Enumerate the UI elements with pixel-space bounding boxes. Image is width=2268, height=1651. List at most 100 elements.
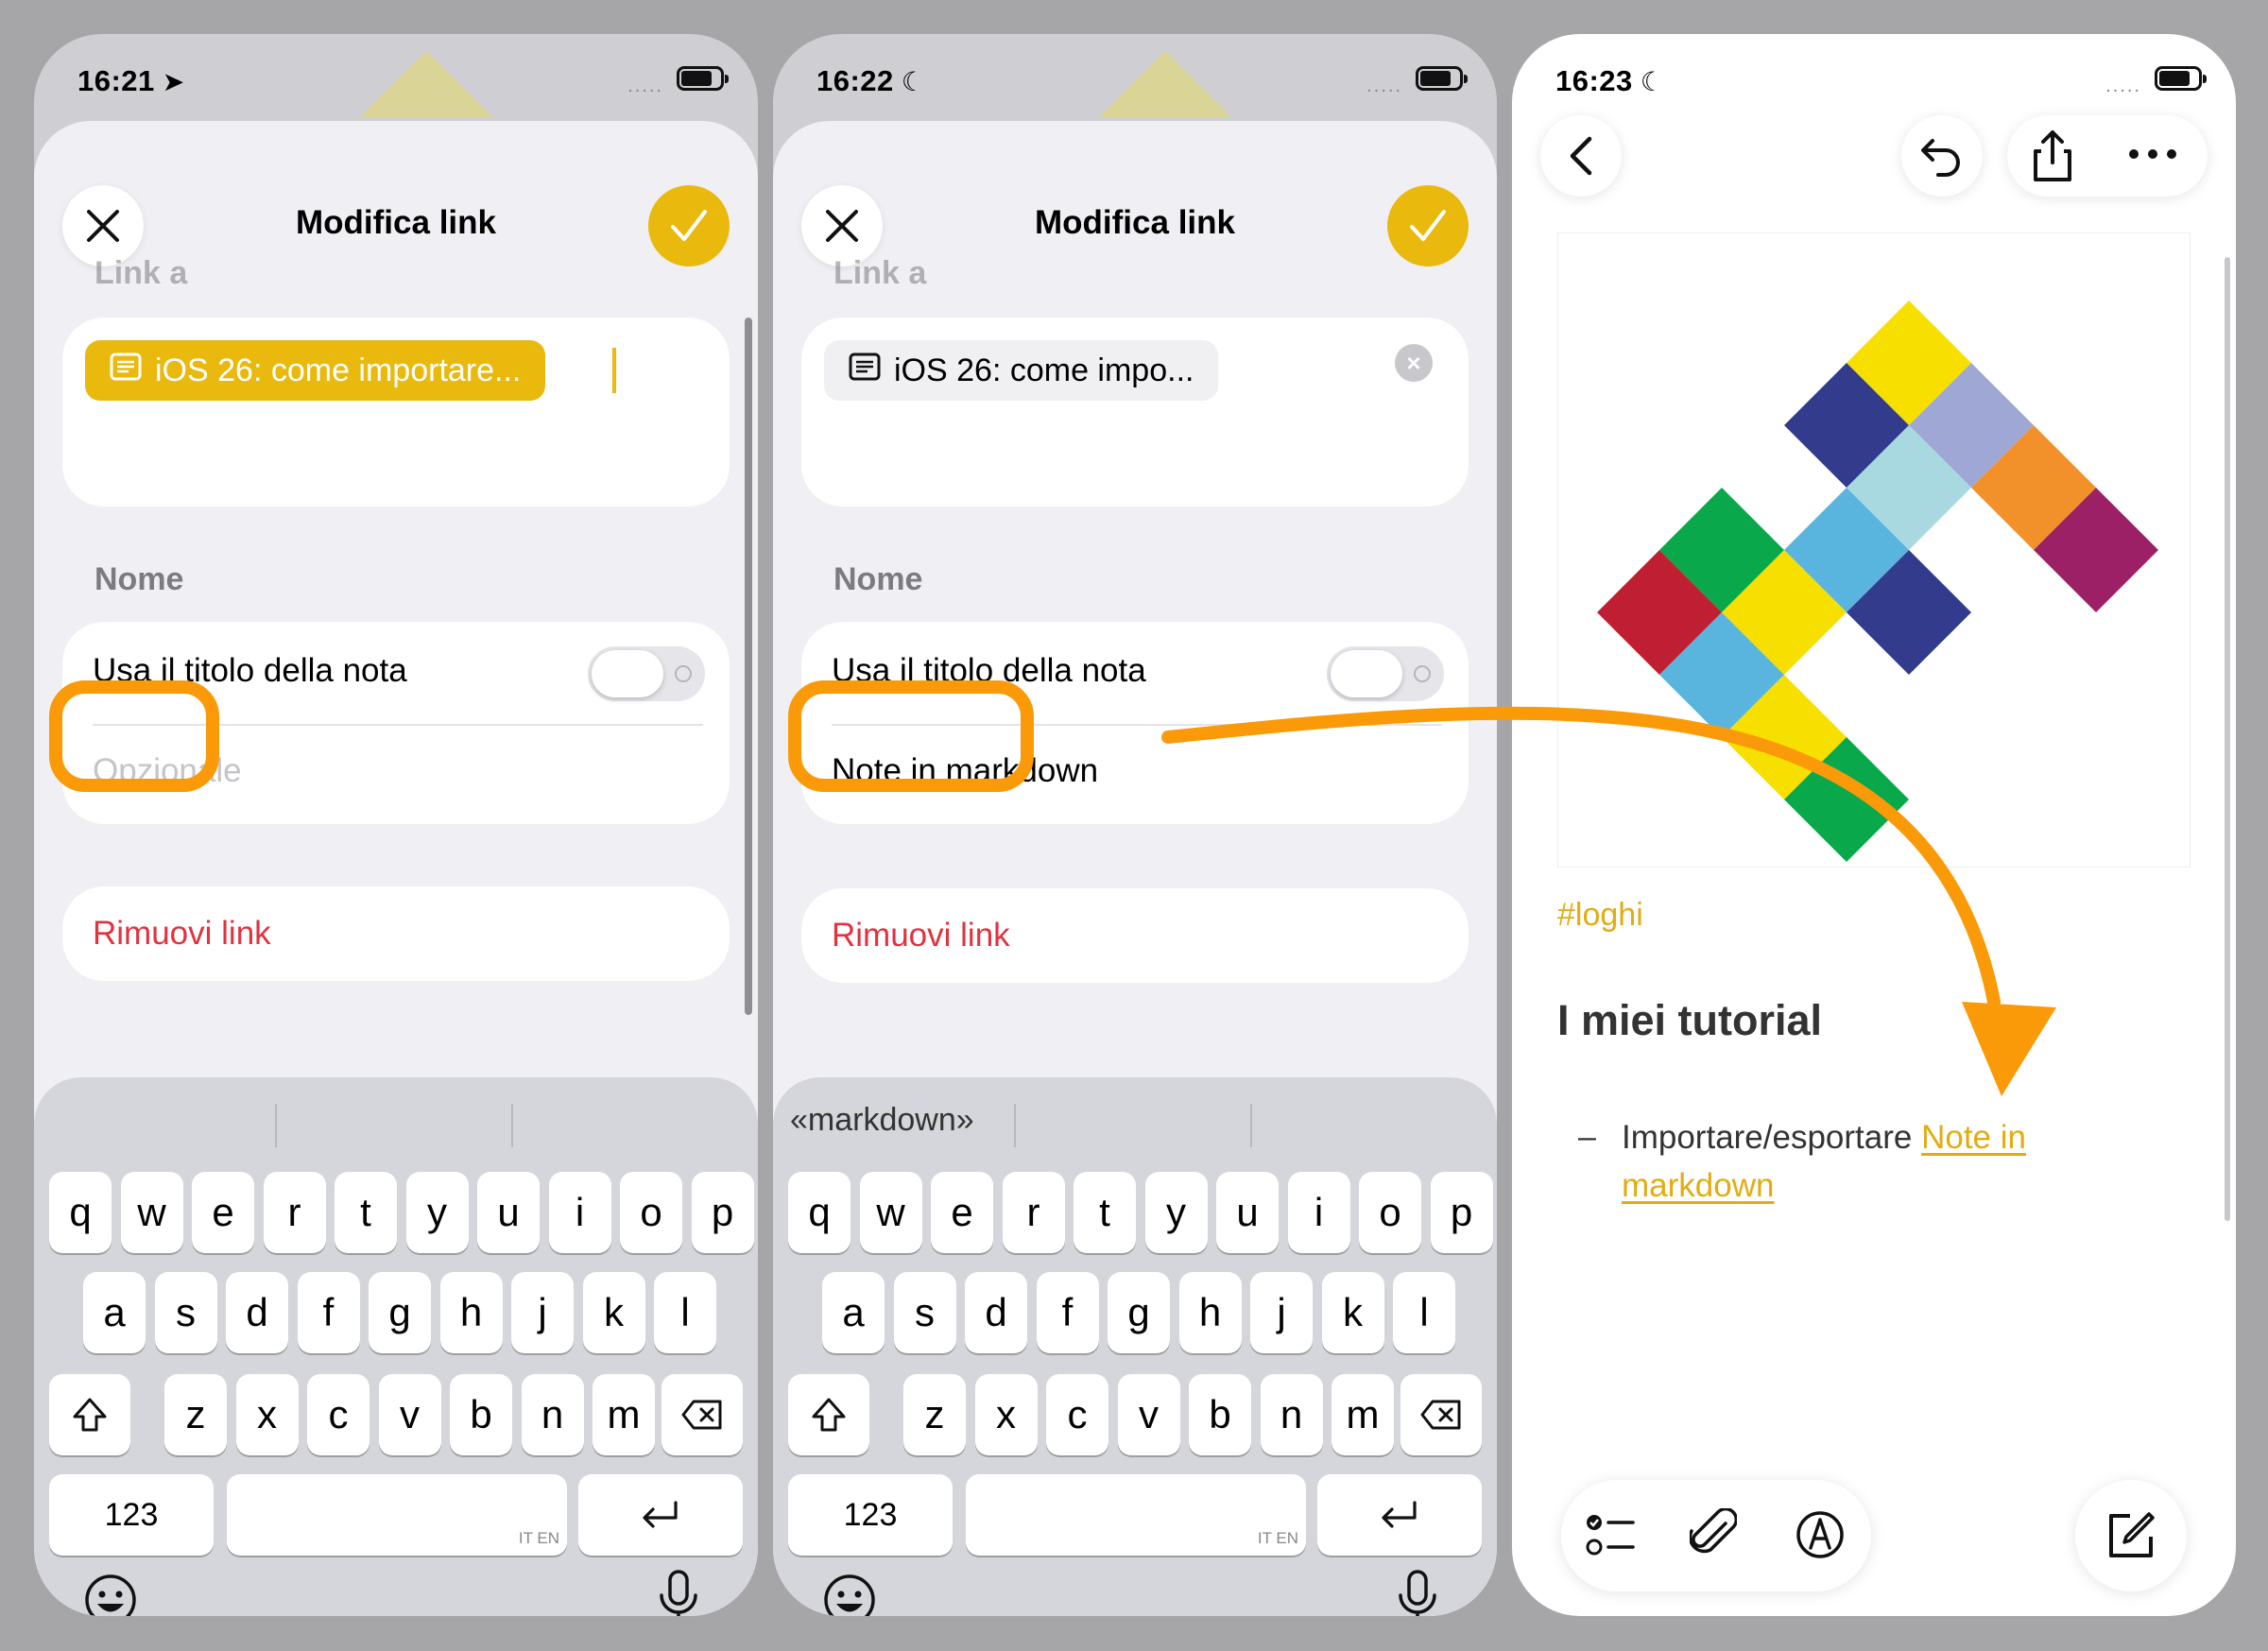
link-section-label: Link a: [94, 255, 188, 291]
markup-pen-icon: [1796, 1511, 1844, 1558]
key-y[interactable]: y: [1144, 1172, 1208, 1253]
key-y[interactable]: y: [405, 1172, 469, 1253]
key-n[interactable]: n: [521, 1374, 584, 1455]
key-w[interactable]: w: [120, 1172, 183, 1253]
key-n[interactable]: n: [1260, 1374, 1323, 1455]
numbers-key[interactable]: 123: [788, 1474, 953, 1556]
key-k[interactable]: k: [1321, 1272, 1384, 1353]
dictation-button[interactable]: [1397, 1569, 1438, 1616]
key-f[interactable]: f: [1036, 1272, 1099, 1353]
key-i[interactable]: i: [548, 1172, 611, 1253]
back-button[interactable]: [1540, 115, 1622, 197]
key-l[interactable]: l: [654, 1272, 716, 1353]
key-g[interactable]: g: [1108, 1272, 1170, 1353]
key-c[interactable]: c: [1046, 1374, 1108, 1455]
key-x[interactable]: x: [974, 1374, 1038, 1455]
key-a[interactable]: a: [822, 1272, 885, 1353]
key-u[interactable]: u: [477, 1172, 540, 1253]
link-chip-selected[interactable]: iOS 26: come importare...: [85, 340, 546, 401]
checklist-button[interactable]: [1584, 1508, 1637, 1566]
share-icon: [2034, 130, 2071, 181]
key-j[interactable]: j: [1250, 1272, 1313, 1353]
key-q[interactable]: q: [49, 1172, 112, 1253]
note-image-logo[interactable]: [1557, 232, 2191, 868]
key-l[interactable]: l: [1393, 1272, 1455, 1353]
numbers-key[interactable]: 123: [49, 1474, 214, 1556]
key-d[interactable]: d: [965, 1272, 1027, 1353]
remove-link-button[interactable]: Rimuovi link: [801, 888, 1469, 983]
clear-icon: ×: [1406, 348, 1421, 377]
key-o[interactable]: o: [1359, 1172, 1421, 1253]
emoji-button[interactable]: [83, 1573, 138, 1616]
done-button[interactable]: [648, 185, 730, 267]
key-v[interactable]: v: [1117, 1374, 1180, 1455]
dictation-button[interactable]: [658, 1569, 699, 1616]
key-x[interactable]: x: [235, 1374, 299, 1455]
link-target-field[interactable]: iOS 26: come importare...: [62, 318, 730, 507]
use-note-title-toggle[interactable]: [1327, 646, 1444, 701]
done-button[interactable]: [1387, 185, 1469, 267]
use-note-title-toggle[interactable]: [588, 646, 705, 701]
return-key[interactable]: [578, 1474, 743, 1556]
scrollbar[interactable]: [745, 318, 752, 1015]
link-chip[interactable]: iOS 26: come impo...: [824, 340, 1219, 401]
undo-button[interactable]: [1901, 115, 1983, 197]
key-f[interactable]: f: [297, 1272, 360, 1353]
key-v[interactable]: v: [378, 1374, 441, 1455]
space-key[interactable]: IT EN: [966, 1474, 1306, 1556]
scrollbar[interactable]: [2225, 257, 2230, 1221]
key-j[interactable]: j: [511, 1272, 574, 1353]
space-key[interactable]: IT EN: [227, 1474, 567, 1556]
key-e[interactable]: e: [192, 1172, 254, 1253]
delete-key[interactable]: [1400, 1374, 1482, 1455]
compose-button[interactable]: [2075, 1480, 2187, 1591]
shift-key[interactable]: [49, 1374, 130, 1455]
key-t[interactable]: t: [335, 1172, 397, 1253]
key-h[interactable]: h: [439, 1272, 503, 1353]
key-r[interactable]: r: [263, 1172, 326, 1253]
more-button[interactable]: [2126, 140, 2179, 173]
remove-link-button[interactable]: Rimuovi link: [62, 886, 730, 981]
key-s[interactable]: s: [154, 1272, 217, 1353]
key-i[interactable]: i: [1287, 1172, 1350, 1253]
key-e[interactable]: e: [931, 1172, 993, 1253]
key-p[interactable]: p: [1430, 1172, 1493, 1253]
link-section-label: Link a: [833, 255, 927, 291]
key-d[interactable]: d: [226, 1272, 288, 1353]
key-w[interactable]: w: [859, 1172, 922, 1253]
key-m[interactable]: m: [1332, 1374, 1394, 1455]
return-key[interactable]: [1317, 1474, 1482, 1556]
key-z[interactable]: z: [164, 1374, 227, 1455]
key-b[interactable]: b: [1189, 1374, 1251, 1455]
key-h[interactable]: h: [1178, 1272, 1242, 1353]
key-b[interactable]: b: [450, 1374, 512, 1455]
delete-key[interactable]: [662, 1374, 743, 1455]
key-o[interactable]: o: [620, 1172, 682, 1253]
key-r[interactable]: r: [1002, 1172, 1065, 1253]
attach-button[interactable]: [1688, 1506, 1739, 1566]
key-t[interactable]: t: [1074, 1172, 1136, 1253]
checkmark-icon: [1410, 210, 1446, 241]
key-p[interactable]: p: [691, 1172, 754, 1253]
key-s[interactable]: s: [893, 1272, 956, 1353]
key-a[interactable]: a: [83, 1272, 146, 1353]
note-hashtag[interactable]: #loghi: [1557, 897, 1643, 934]
key-k[interactable]: k: [582, 1272, 645, 1353]
paperclip-icon: [1688, 1506, 1739, 1554]
location-arrow-icon: ➤: [162, 67, 185, 96]
clear-link-button[interactable]: ×: [1395, 344, 1433, 382]
key-u[interactable]: u: [1216, 1172, 1279, 1253]
link-target-field[interactable]: iOS 26: come impo... ×: [801, 318, 1469, 507]
key-g[interactable]: g: [369, 1272, 431, 1353]
keyboard-languages: IT EN: [518, 1529, 559, 1547]
markup-button[interactable]: [1794, 1508, 1847, 1566]
suggestion-item[interactable]: «markdown»: [790, 1102, 974, 1139]
edit-link-sheet: Modifica link Link a iOS 26: come impo..…: [773, 121, 1497, 1616]
shift-key[interactable]: [788, 1374, 869, 1455]
key-q[interactable]: q: [788, 1172, 850, 1253]
key-m[interactable]: m: [593, 1374, 655, 1455]
share-button[interactable]: [2026, 129, 2079, 188]
emoji-button[interactable]: [822, 1573, 877, 1616]
key-c[interactable]: c: [307, 1374, 369, 1455]
key-z[interactable]: z: [903, 1374, 966, 1455]
